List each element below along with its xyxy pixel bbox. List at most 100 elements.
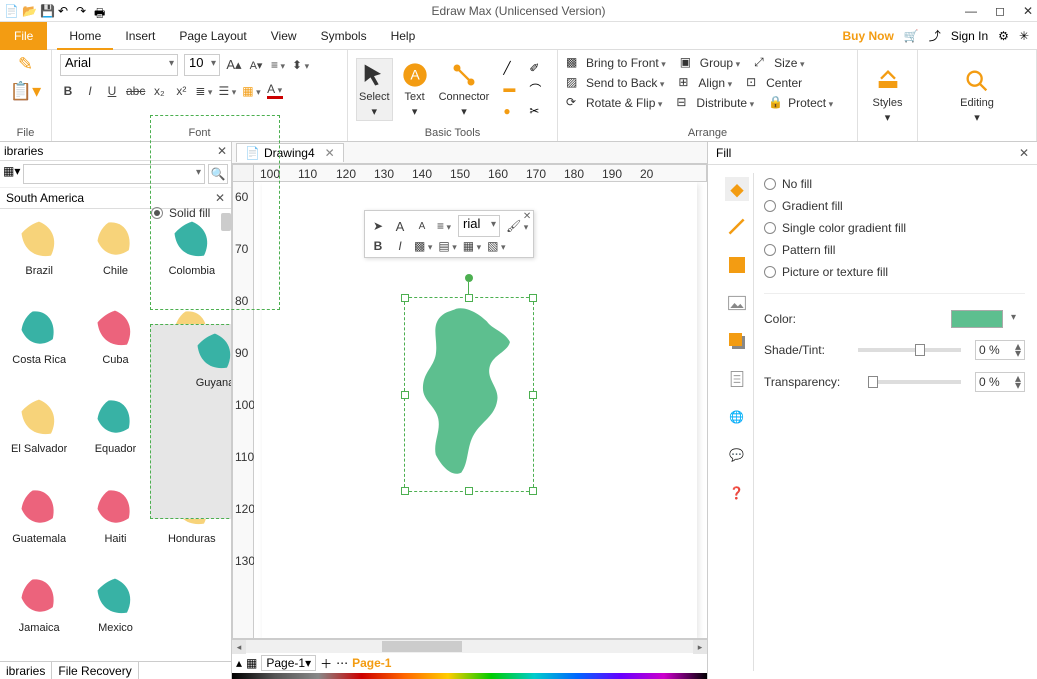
library-item-elsalvador[interactable]: El Salvador [2,391,76,478]
library-item-jamaica[interactable]: Jamaica [2,570,76,657]
resize-handle-se[interactable] [529,487,537,495]
radio-single-gradient[interactable]: Single color gradient fill [764,217,1025,239]
transparency-slider[interactable] [868,380,961,384]
library-item-guatemala[interactable]: Guatemala [2,481,76,568]
protect-icon[interactable]: 🔒 [768,95,784,111]
connector-tool[interactable]: Connector▾ [437,59,492,120]
pages-menu-icon[interactable]: ▦ [246,656,257,670]
qat-print-icon[interactable]: 🖶 [94,4,108,18]
send-back-icon[interactable]: ▨ [566,75,582,91]
line-shape-icon[interactable]: ╱ [503,61,523,75]
clipboard-icon[interactable]: 📋▾ [10,81,41,102]
rect-shape-icon[interactable]: ▬ [503,81,523,98]
editing-button[interactable]: Editing▾ [958,65,996,126]
mini-toolbar-close-icon[interactable]: ✕ [523,211,531,222]
color-swatch[interactable] [951,310,1003,328]
italic-button[interactable]: I [82,84,98,98]
buy-now-link[interactable]: Buy Now [843,29,894,43]
mini-inc-font-icon[interactable]: A [392,219,408,234]
qat-undo-icon[interactable]: ↶ [58,4,72,18]
mini-fill-icon[interactable]: ▩ [414,239,432,253]
mini-italic-button[interactable]: I [392,239,408,253]
shape-fill-icon[interactable] [725,253,749,277]
strike-button[interactable]: abc [126,84,145,98]
distribute-icon[interactable]: ⊟ [676,95,692,111]
tab-help[interactable]: Help [379,22,428,50]
text-tool[interactable]: A Text▾ [399,59,431,120]
library-item-mexico[interactable]: Mexico [78,570,152,657]
page-icon[interactable] [725,367,749,391]
font-name-select[interactable]: Arial [60,54,178,76]
resize-handle-e[interactable] [529,391,537,399]
library-item-chile[interactable]: Chile [78,213,152,300]
fill-bucket-icon[interactable] [725,177,749,201]
guyana-shape[interactable] [405,298,533,491]
font-size-select[interactable]: 10 [184,54,220,76]
line-style-icon[interactable] [725,215,749,239]
shadow-icon[interactable] [725,329,749,353]
canvas[interactable]: ✕ ➤ A A ≡ rial 🖌 B I ▩ ▤ ▦ [254,182,707,639]
font-color-icon[interactable]: A [267,82,283,99]
library-item-equador[interactable]: Equador [78,391,152,478]
center-button[interactable]: Center [766,76,802,90]
resize-handle-s[interactable] [465,487,473,495]
share-icon[interactable]: ⤴ [929,27,941,44]
mini-bold-button[interactable]: B [370,239,386,253]
send-back-button[interactable]: Send to Back [586,76,664,90]
mini-font-select[interactable]: rial [458,215,500,237]
maximize-icon[interactable]: ◻ [995,4,1005,18]
group-icon[interactable]: ▣ [680,55,696,71]
pages-collapse-icon[interactable]: ▴ [236,656,242,670]
size-button[interactable]: Size [774,56,804,70]
qat-redo-icon[interactable]: ↷ [76,4,90,18]
increase-font-icon[interactable]: A▴ [226,57,242,73]
resize-handle-sw[interactable] [401,487,409,495]
tab-insert[interactable]: Insert [113,22,167,50]
select-tool[interactable]: Select▾ [356,58,393,121]
rotate-handle[interactable] [465,274,473,282]
align-button[interactable]: Align [698,76,732,90]
radio-solid-fill[interactable]: Solid fill [150,115,280,310]
size-icon[interactable]: ⤢ [754,55,770,71]
image-icon[interactable] [725,291,749,315]
subscript-button[interactable]: x₂ [151,84,167,98]
horizontal-scrollbar[interactable]: ◂ ▸ [232,639,707,653]
hscroll-thumb[interactable] [382,641,462,652]
align-text-icon[interactable]: ≡ [270,58,286,72]
qat-open-icon[interactable]: 📂 [22,4,36,18]
mini-align-icon[interactable]: ≡ [436,219,452,233]
minimize-icon[interactable]: — [965,4,977,18]
shade-slider[interactable] [858,348,961,352]
add-page-icon[interactable]: ＋ [320,655,332,672]
mini-shadow-icon[interactable]: ▧ [487,239,505,253]
library-item-guyana[interactable]: Guyana [150,324,231,519]
lib-tab-libraries[interactable]: ibraries [0,662,52,679]
align-icon[interactable]: ⊞ [678,75,694,91]
transparency-value[interactable]: 0 %▴▾ [975,372,1025,392]
page-dropdown[interactable]: Page-1 ▾ [261,655,316,671]
gear-icon[interactable]: ⚙ [998,29,1009,43]
list-icon[interactable]: ☰ [218,84,236,98]
cart-icon[interactable]: 🛒 [904,29,919,43]
tab-page-layout[interactable]: Page Layout [167,22,258,50]
radio-no-fill[interactable]: No fill [764,173,1025,195]
underline-button[interactable]: U [104,84,120,98]
selection-box[interactable] [404,297,534,492]
library-item-brazil[interactable]: Brazil [2,213,76,300]
page-nav-icon[interactable]: ⋯ [336,656,348,670]
styles-button[interactable]: Styles▾ [871,65,905,126]
mini-pointer-icon[interactable]: ➤ [370,219,386,233]
line-spacing-icon[interactable]: ⬍ [292,58,309,72]
hscroll-right-icon[interactable]: ▸ [693,640,707,654]
library-item-cuba[interactable]: Cuba [78,302,152,389]
comment-icon[interactable]: 💬 [725,443,749,467]
tab-view[interactable]: View [259,22,309,50]
bring-front-button[interactable]: Bring to Front [586,56,666,70]
rotate-button[interactable]: Rotate & Flip [586,96,662,110]
protect-button[interactable]: Protect [788,96,833,110]
sign-in-link[interactable]: Sign In [951,29,988,43]
shade-value[interactable]: 0 %▴▾ [975,340,1025,360]
radio-pattern-fill[interactable]: Pattern fill [764,239,1025,261]
qat-new-icon[interactable]: 📄 [4,4,18,18]
mini-dec-font-icon[interactable]: A [414,221,430,232]
